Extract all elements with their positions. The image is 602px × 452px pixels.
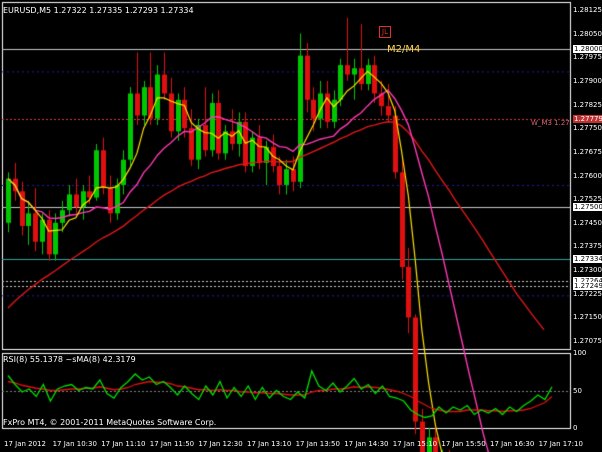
object-label: W_M3 1.27 bbox=[531, 119, 570, 127]
time-tick: 17 Jan 2012 bbox=[4, 440, 46, 448]
price-tick: 1.27300 bbox=[573, 266, 602, 275]
price-tick: 1.27075 bbox=[573, 337, 602, 346]
chart-symbol-label: EURUSD,M5 1.27322 1.27335 1.27293 1.2733… bbox=[3, 6, 194, 15]
ohlc-values: 1.27322 1.27335 1.27293 1.27334 bbox=[53, 6, 194, 15]
price-level-box: 1.27500 bbox=[573, 203, 602, 212]
time-tick: 17 Jan 17:10 bbox=[538, 440, 583, 448]
time-tick: 17 Jan 11:10 bbox=[101, 440, 146, 448]
mark-label: M2/M4 bbox=[387, 44, 421, 55]
time-tick: 17 Jan 14:30 bbox=[344, 440, 389, 448]
price-tick: 1.27900 bbox=[573, 76, 602, 85]
time-tick: 17 Jan 15:10 bbox=[392, 440, 438, 448]
price-tick: 1.27750 bbox=[573, 124, 602, 133]
price-chart-canvas[interactable] bbox=[0, 0, 602, 452]
price-tick: 1.27225 bbox=[573, 289, 602, 298]
time-tick: 17 Jan 13:10 bbox=[247, 440, 292, 448]
symbol-name: EURUSD,M5 bbox=[3, 6, 52, 15]
time-tick: 17 Jan 12:30 bbox=[198, 440, 243, 448]
price-tick: 1.27600 bbox=[573, 171, 602, 180]
indicator-tick: 50 bbox=[573, 386, 582, 395]
time-tick: 17 Jan 13:50 bbox=[295, 440, 340, 448]
time-tick: 17 Jan 11:50 bbox=[149, 440, 195, 448]
indicator-tick: 100 bbox=[573, 349, 587, 357]
price-level-box: 1.27779 bbox=[573, 115, 602, 124]
price-tick: 1.27150 bbox=[573, 313, 602, 322]
price-tick: 1.27450 bbox=[573, 218, 602, 227]
time-tick: 17 Jan 10:30 bbox=[52, 440, 97, 448]
price-tick: 1.27975 bbox=[573, 53, 602, 62]
price-tick: 1.27525 bbox=[573, 195, 602, 204]
price-tick: 1.27825 bbox=[573, 100, 602, 109]
price-tick: 1.27675 bbox=[573, 147, 602, 156]
indicator-tick: 0 bbox=[573, 424, 578, 432]
price-level-box: 1.27334 bbox=[573, 255, 602, 264]
price-tick: 1.28125 bbox=[573, 5, 602, 14]
price-tick: 1.28050 bbox=[573, 29, 602, 38]
time-tick: 17 Jan 16:30 bbox=[490, 440, 535, 448]
price-level-box: 1.28000 bbox=[573, 45, 602, 54]
price-level-box: 1.27249 bbox=[573, 282, 602, 291]
flag-marker[interactable]: JL bbox=[379, 26, 391, 38]
copyright-text: FxPro MT4, © 2001-2011 MetaQuotes Softwa… bbox=[3, 418, 217, 427]
time-tick: 17 Jan 15:50 bbox=[441, 440, 486, 448]
indicator-label: RSI(8) 55.1378 ~sMA(8) 42.3179 bbox=[3, 355, 136, 364]
price-tick: 1.27375 bbox=[573, 242, 602, 251]
